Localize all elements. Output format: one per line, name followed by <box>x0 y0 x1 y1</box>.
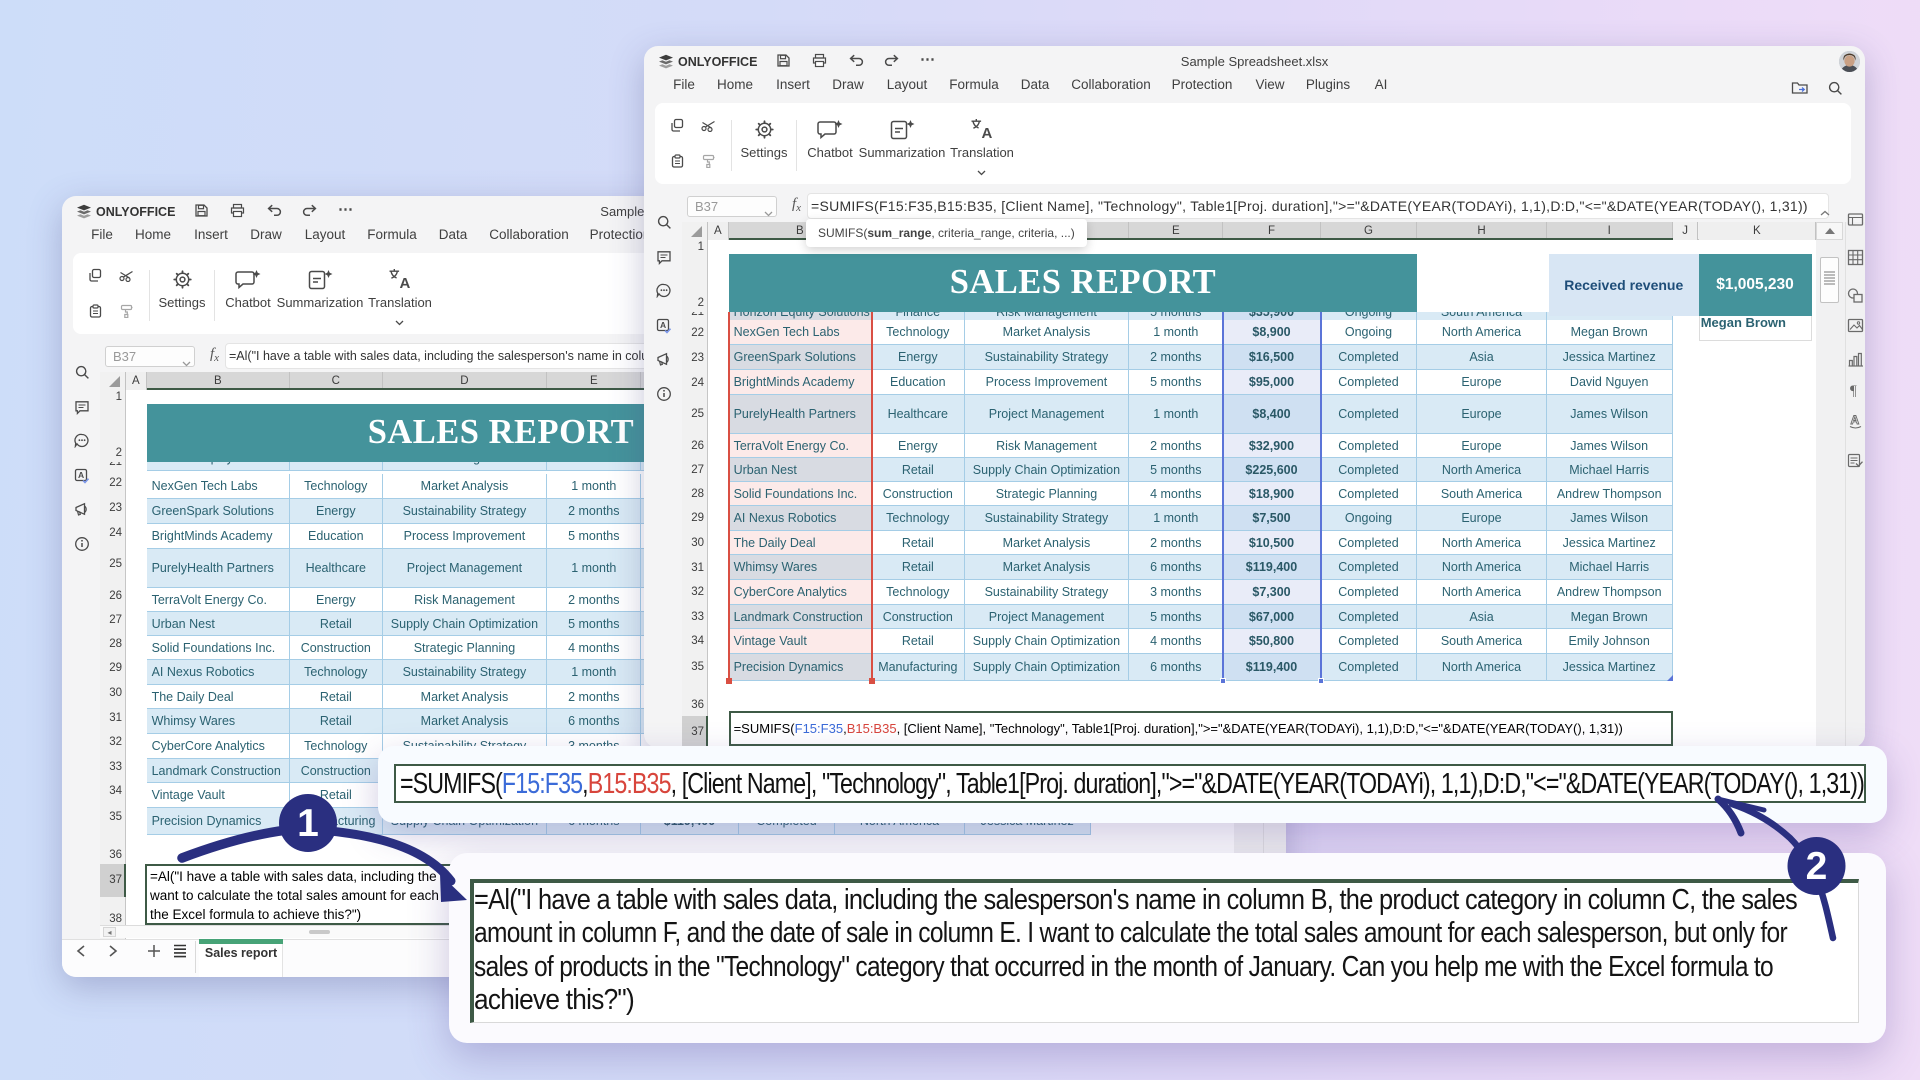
svg-text:1: 1 <box>297 802 319 845</box>
svg-text:2: 2 <box>1806 845 1828 888</box>
